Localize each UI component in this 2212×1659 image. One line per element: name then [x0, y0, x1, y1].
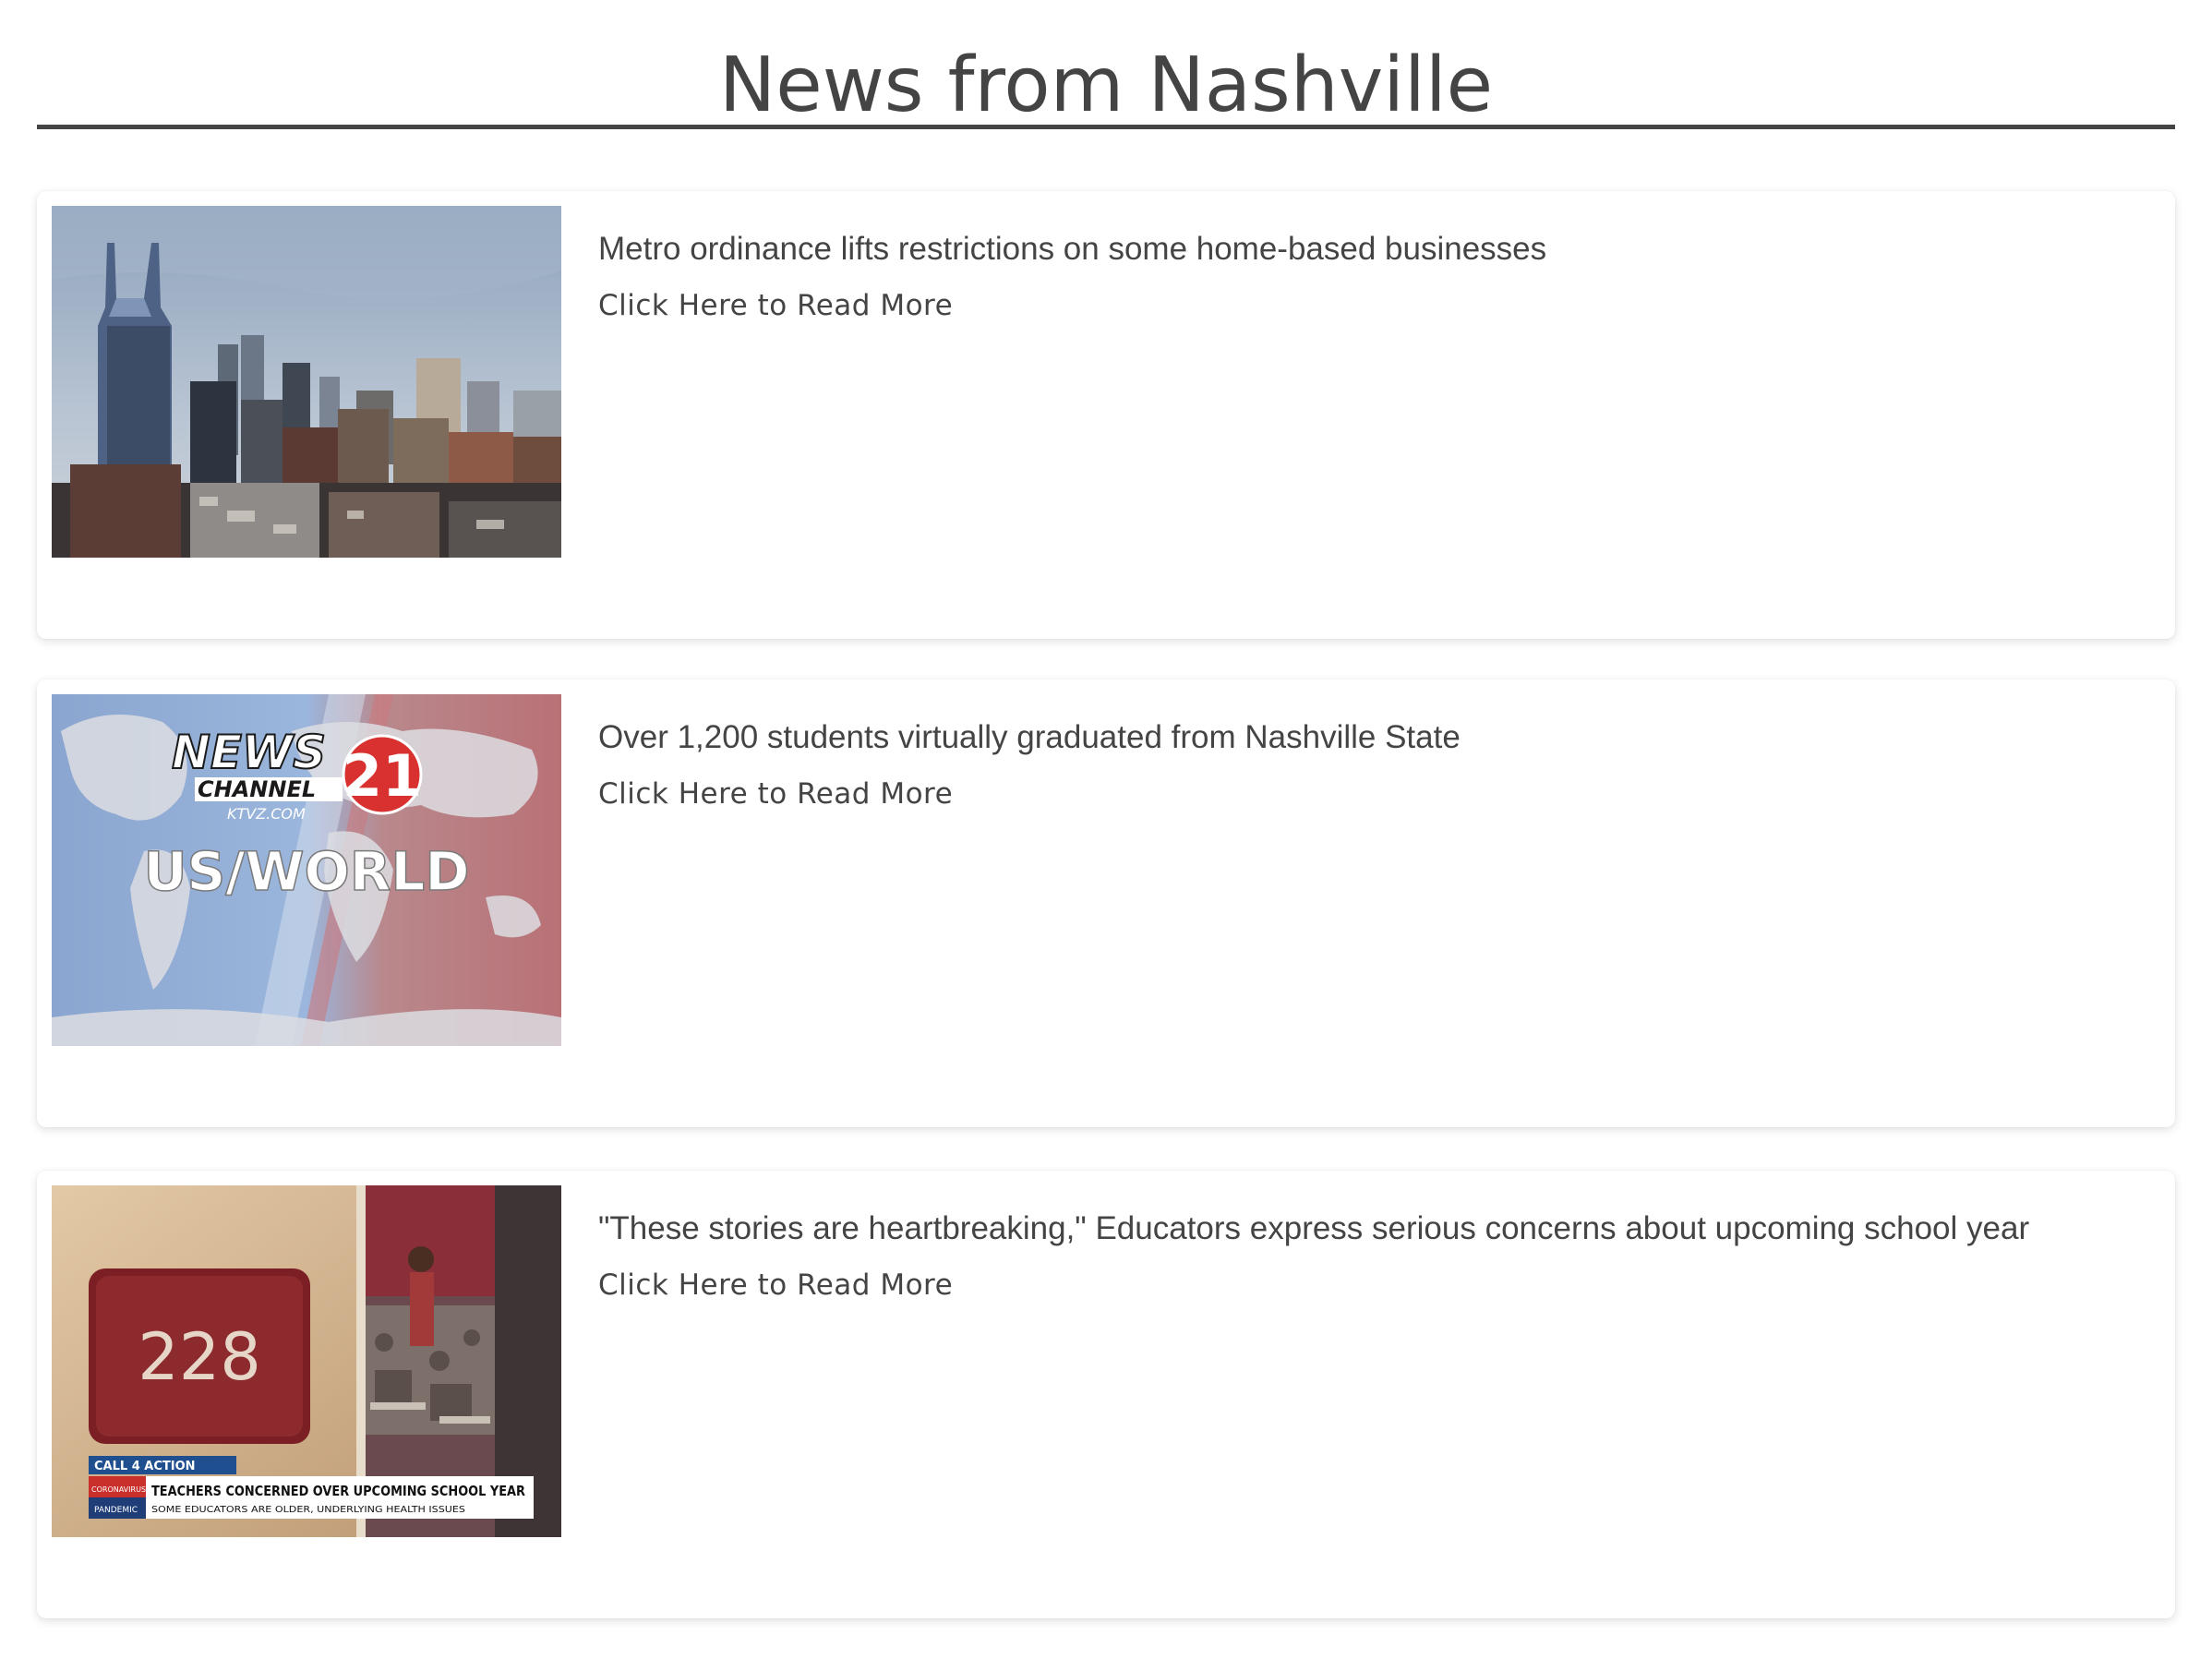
classroom-door-image: 228 CALL 4 ACTION CORONAVIRUS PANDEMIC T… [52, 1185, 561, 1537]
read-more-link[interactable]: Click Here to Read More [598, 289, 953, 322]
logo-channel: CHANNEL [198, 776, 316, 802]
chyron-side-2: PANDEMIC [94, 1506, 138, 1515]
article-headline: "These stories are heartbreaking," Educa… [598, 1210, 2030, 1246]
article-thumbnail[interactable]: 228 CALL 4 ACTION CORONAVIRUS PANDEMIC T… [52, 1185, 561, 1537]
article-thumbnail[interactable] [52, 206, 561, 558]
article-headline: Metro ordinance lifts restrictions on so… [598, 231, 1547, 267]
chyron-tag: CALL 4 ACTION [94, 1460, 196, 1473]
newschannel21-graphic-image: 21 NEWS CHANNEL KTVZ.COM US/WORLD [52, 694, 561, 1046]
room-number: 228 [138, 1319, 261, 1395]
logo-site: KTVZ.COM [227, 805, 306, 823]
news-list: Metro ordinance lifts restrictions on so… [37, 191, 2175, 1659]
read-more-link[interactable]: Click Here to Read More [598, 1268, 953, 1302]
chyron-main: TEACHERS CONCERNED OVER UPCOMING SCHOOL … [151, 1483, 525, 1499]
logo-news: NEWS [172, 726, 326, 779]
read-more-link[interactable]: Click Here to Read More [598, 777, 953, 811]
article-text: "These stories are heartbreaking," Educa… [598, 1209, 2138, 1302]
chyron-sub: SOME EDUCATORS ARE OLDER, UNDERLYING HEA… [151, 1505, 465, 1515]
chyron-side-1: CORONAVIRUS [91, 1485, 146, 1494]
article-headline: Over 1,200 students virtually graduated … [598, 719, 1461, 755]
news-card: 21 NEWS CHANNEL KTVZ.COM US/WORLD Over 1… [37, 679, 2175, 1127]
logo-number: 21 [343, 742, 422, 810]
article-text: Metro ordinance lifts restrictions on so… [598, 230, 2138, 322]
section-label: US/WORLD [143, 840, 469, 903]
nashville-skyline-image [52, 206, 561, 558]
news-card: Metro ordinance lifts restrictions on so… [37, 191, 2175, 639]
news-card: 228 CALL 4 ACTION CORONAVIRUS PANDEMIC T… [37, 1171, 2175, 1618]
article-text: Over 1,200 students virtually graduated … [598, 718, 2138, 811]
article-thumbnail[interactable]: 21 NEWS CHANNEL KTVZ.COM US/WORLD [52, 694, 561, 1046]
page-header: News from Nashville [37, 28, 2175, 129]
page-title: News from Nashville [718, 42, 1494, 129]
